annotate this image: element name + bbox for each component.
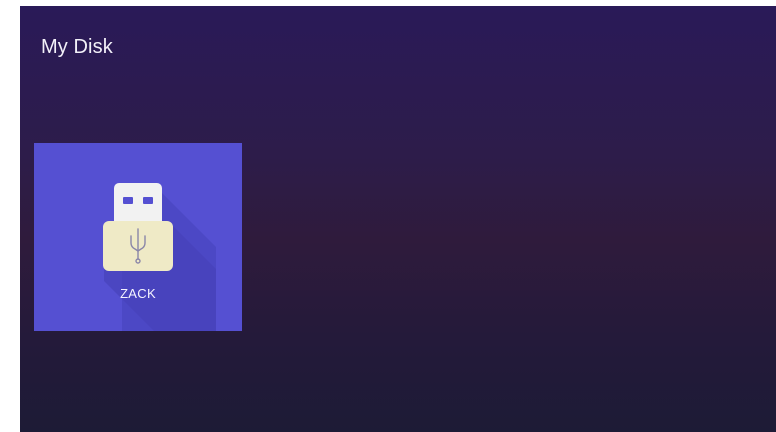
device-label: ZACK [120, 286, 156, 301]
page-title: My Disk [41, 36, 113, 58]
disk-browser-screen: My Disk ZACK [20, 6, 776, 432]
usb-drive-icon [103, 183, 216, 331]
device-tile-zack[interactable]: ZACK [34, 143, 242, 331]
